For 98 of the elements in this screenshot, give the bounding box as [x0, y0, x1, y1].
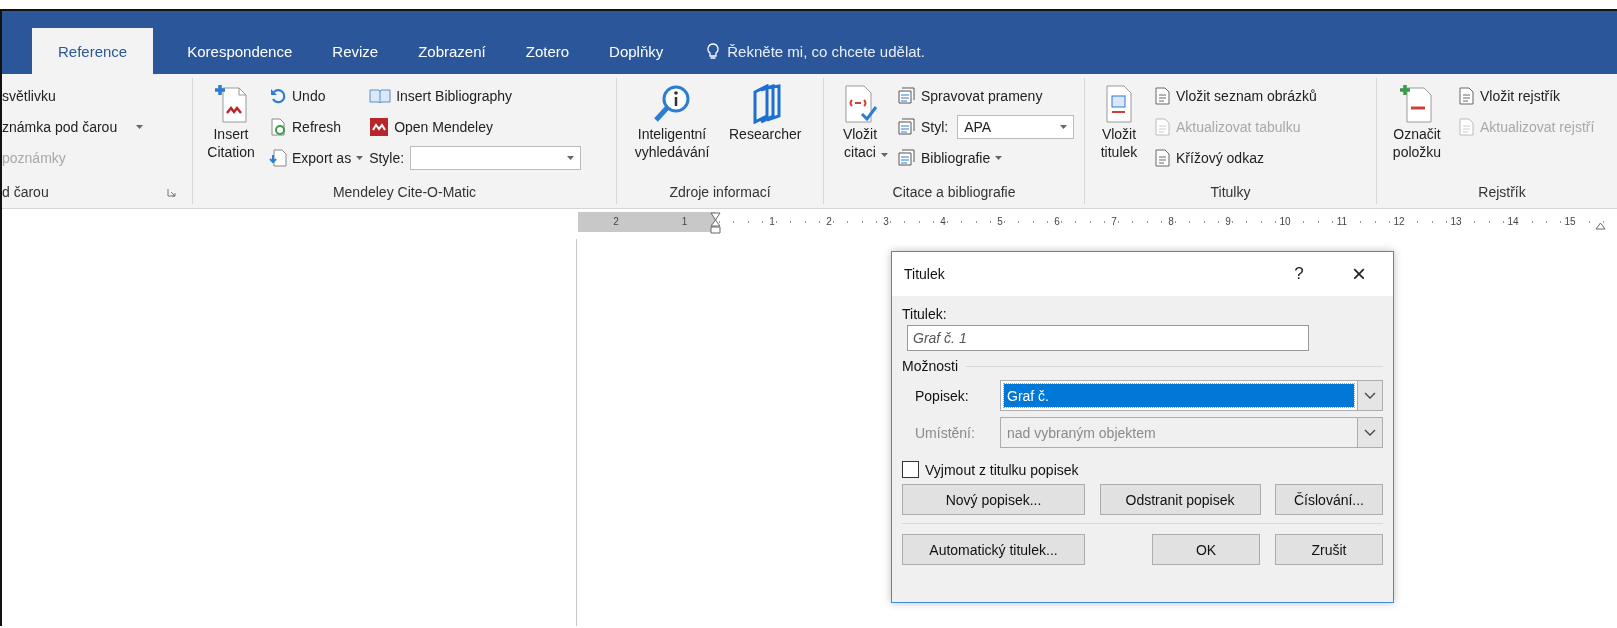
ribbon-tab[interactable]: Reference [32, 28, 154, 74]
close-button[interactable]: × [1329, 256, 1389, 292]
dialog-title: Titulek [904, 266, 946, 282]
field-label: Popisek: [915, 387, 970, 404]
dialog-button[interactable]: Nový popisek... [902, 484, 1085, 515]
ruler-number: 12 [1392, 216, 1406, 228]
ruler-number: 14 [1506, 216, 1520, 228]
ribbon-button[interactable]: Styl: APA [896, 113, 1075, 140]
dialog-launcher-icon[interactable] [167, 187, 176, 197]
document-icon [1153, 86, 1171, 105]
ribbon-button[interactable]: Refresh [269, 113, 364, 140]
help-button[interactable]: ? [1269, 256, 1329, 292]
ruler-number: 13 [1449, 216, 1463, 228]
group-label: Citace a bibliografie [892, 184, 1016, 200]
checkbox[interactable] [902, 461, 919, 478]
ribbon-tab[interactable]: Zotero [505, 28, 590, 74]
ruler-number: 2 [825, 216, 833, 228]
dialog-button[interactable]: Automatický titulek... [902, 534, 1085, 565]
document-list-icon [896, 86, 916, 105]
ribbon-button[interactable]: Undo [269, 82, 364, 109]
group-label: d čarou [2, 184, 49, 200]
ribbon-button[interactable]: světlivku [2, 82, 56, 109]
ruler-number: 5 [996, 216, 1004, 228]
lightbulb-icon [707, 42, 720, 60]
document-plus-icon [1399, 84, 1435, 124]
checkbox-label: Vyjmout z titulku popisek [925, 461, 1079, 478]
chevron-down-icon [1364, 428, 1376, 437]
ribbon-button[interactable]: Export as [269, 144, 364, 171]
ruler-number: 4 [939, 216, 947, 228]
ribbon-tab[interactable]: Zobrazení [398, 28, 506, 74]
search-icon [653, 84, 691, 124]
document-list-icon [896, 148, 916, 167]
insert-citation-button[interactable]: Insert Citation [199, 82, 263, 163]
ribbon-button[interactable]: Bibliografie [896, 144, 1075, 171]
caret-icon [881, 153, 888, 157]
document-icon [1153, 117, 1171, 136]
group-label: Mendeley Cite-O-Matic [332, 184, 477, 200]
ruler-number: 1 [768, 216, 776, 228]
ruler-number: 3 [882, 216, 890, 228]
tell-me-field[interactable]: Řekněte mi, co chcete udělat. [725, 41, 1010, 61]
indent-marker-icon[interactable] [1595, 222, 1606, 230]
mark-entry-button[interactable]: Označit položku [1383, 82, 1451, 163]
caret-icon [1060, 124, 1068, 129]
document-list-icon [896, 117, 916, 136]
caret-icon [356, 155, 364, 160]
insert-citation-button[interactable]: Vložit citaci [830, 82, 890, 159]
ribbon-large-button[interactable]: Researcher [727, 82, 804, 146]
ribbon-button[interactable]: Vložit seznam obrázků [1153, 82, 1317, 109]
caret-icon [567, 155, 575, 160]
dialog-button[interactable]: Odstranit popisek [1099, 484, 1261, 515]
dialog-button[interactable]: Zrušit [1275, 534, 1383, 565]
ribbon-button[interactable]: známka pod čarou [2, 113, 144, 140]
insert-caption-button[interactable]: Vložit titulek [1091, 82, 1147, 163]
group-label: Zdroje informací [669, 184, 771, 200]
dialog-button[interactable]: Číslování... [1275, 484, 1383, 515]
document-check-icon [842, 84, 878, 124]
ruler-number: 9 [1224, 216, 1232, 228]
ruler-number: 6 [1053, 216, 1061, 228]
citation-style-dropdown[interactable]: APA [957, 114, 1075, 139]
ruler-number: 10 [1278, 216, 1292, 228]
document-icon [1457, 86, 1475, 105]
ribbon-button[interactable]: Vložit rejstřík [1457, 82, 1595, 109]
ribbon-tab[interactable]: Revize [312, 28, 399, 74]
caption-field[interactable]: Graf č. 1 [907, 325, 1309, 351]
dropdown[interactable]: Graf č. [1000, 380, 1383, 411]
ribbon-button[interactable]: Spravovat prameny [896, 82, 1075, 109]
ribbon-tab[interactable]: Doplňky [589, 28, 684, 74]
indent-marker-icon[interactable] [710, 212, 721, 234]
document-image-icon [1103, 84, 1135, 124]
field-label: Titulek: [902, 306, 948, 322]
style-label: Style: [369, 149, 405, 166]
ribbon-tab[interactable]: Korespondence [167, 28, 313, 74]
group-label: Rejstřík [1478, 184, 1526, 200]
undo-icon [269, 86, 287, 105]
ribbon-large-button[interactable]: Inteligentní vyhledávání [623, 82, 721, 163]
document-icon [1153, 148, 1171, 167]
ribbon-button[interactable]: Insert Bibliography [369, 82, 582, 109]
chevron-down-icon [1364, 391, 1376, 400]
ruler-number: 11 [1335, 216, 1349, 228]
caret-icon [995, 155, 1003, 160]
ruler-number: 8 [1167, 216, 1175, 228]
ribbon-button[interactable]: Křížový odkaz [1153, 144, 1317, 171]
export-icon [269, 148, 287, 167]
ruler-number: 1 [680, 216, 689, 228]
ribbon-button[interactable]: Open Mendeley [369, 113, 582, 140]
ruler-number: 15 [1563, 216, 1577, 228]
document-plus-icon [213, 84, 249, 124]
refresh-icon [269, 117, 287, 136]
dialog-button[interactable]: OK [1152, 534, 1260, 565]
book-icon [369, 86, 392, 105]
group-label: Titulky [1210, 184, 1251, 200]
mendeley-logo-icon [369, 117, 390, 136]
caret-icon [136, 124, 144, 129]
field-label: Umístění: [915, 424, 976, 441]
document-icon [1457, 117, 1475, 136]
ruler-number: 7 [1110, 216, 1118, 228]
section-heading: Možnosti [902, 358, 959, 374]
ruler-number: 2 [612, 216, 620, 228]
